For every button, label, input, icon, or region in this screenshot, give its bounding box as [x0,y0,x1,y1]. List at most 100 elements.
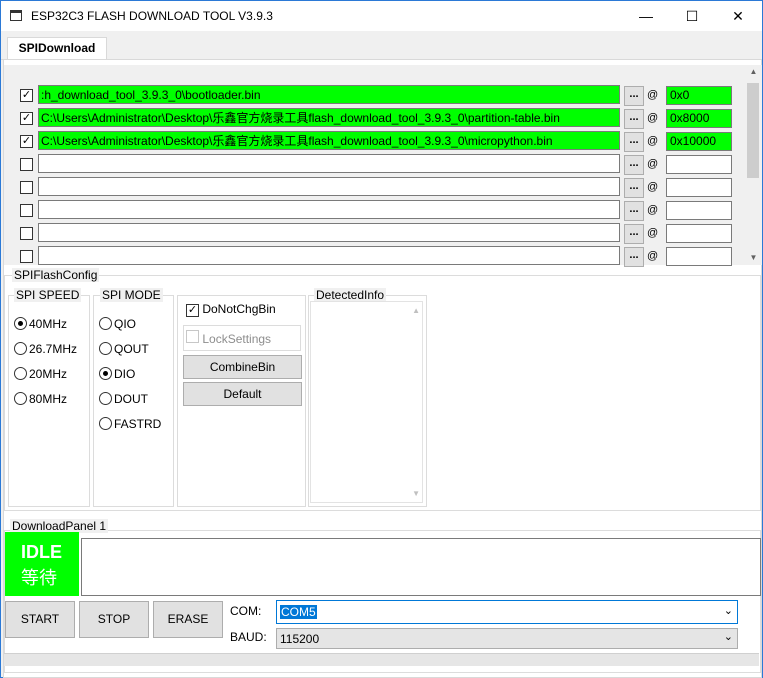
tab-spidownload[interactable]: SPIDownload [7,37,107,60]
file-path-input[interactable]: :h_download_tool_3.9.3_0\bootloader.bin [38,85,620,104]
scroll-up-icon[interactable]: ▲ [745,65,762,79]
file-enable-checkbox[interactable] [20,227,33,240]
do-not-chg-bin-checkbox[interactable]: ✓ DoNotChgBin [186,302,276,317]
spi-speed-option[interactable]: 80MHz [14,392,67,406]
close-button[interactable]: ✕ [715,1,761,31]
lock-settings-checkbox[interactable]: LockSettings [186,330,271,346]
scroll-down-icon[interactable]: ▼ [745,251,762,265]
spi-speed-option-label: 80MHz [29,392,68,406]
spi-mode-option[interactable]: DIO [99,367,135,381]
status-indicator: IDLE 等待 [5,532,79,596]
flash-address-input[interactable] [666,247,732,266]
flash-address-input[interactable]: 0x0 [666,86,732,105]
app-window: ESP32C3 FLASH DOWNLOAD TOOL V3.9.3 — ☐ ✕… [0,0,763,678]
file-enable-checkbox[interactable]: ✓ [20,135,33,148]
spi-speed-option-label: 40MHz [29,317,68,331]
tab-strip: SPIDownload [1,31,762,60]
maximize-button[interactable]: ☐ [669,1,715,31]
radio-unselected-icon [99,392,112,405]
close-icon: ✕ [732,7,744,24]
flash-address-input[interactable] [666,224,732,243]
browse-button[interactable]: ... [624,86,644,106]
spi-flash-config-title: SPIFlashConfig [12,268,100,282]
file-path-input[interactable]: C:\Users\Administrator\Desktop\乐鑫官方烧录工具f… [38,131,620,150]
spi-mode-option[interactable]: DOUT [99,392,148,406]
browse-button[interactable]: ... [624,178,644,198]
minimize-icon: — [639,8,653,24]
browse-button[interactable]: ... [624,224,644,244]
browse-button[interactable]: ... [624,201,644,221]
detected-info-scroll-up-icon[interactable]: ▲ [412,306,420,315]
detected-info-title: DetectedInfo [314,288,387,302]
com-select[interactable]: COM5 ⌄ [276,600,738,624]
spi-mode-option[interactable]: QOUT [99,342,149,356]
file-enable-checkbox[interactable] [20,250,33,263]
chevron-down-icon: ⌄ [723,631,733,643]
chevron-down-icon: ⌄ [723,605,733,617]
spi-speed-option[interactable]: 26.7MHz [14,342,77,356]
file-path-input[interactable] [38,177,620,196]
file-path-input[interactable] [38,223,620,242]
scrollbar-thumb[interactable] [747,83,759,178]
download-panel-title: DownloadPanel 1 [10,519,109,533]
spi-mode-option[interactable]: FASTRD [99,417,161,431]
combine-bin-button[interactable]: CombineBin [183,355,302,379]
checkbox-checked-icon: ✓ [186,304,199,317]
spi-speed-option[interactable]: 40MHz [14,317,67,331]
at-label: @ [647,181,659,193]
browse-button[interactable]: ... [624,247,644,267]
minimize-button[interactable]: — [623,1,669,31]
checkbox-unchecked-icon [186,330,199,343]
flash-address-input[interactable] [666,201,732,220]
file-enable-checkbox[interactable] [20,181,33,194]
download-log[interactable] [81,538,761,596]
status-text-en: IDLE [21,542,63,562]
file-row: ✓ :h_download_tool_3.9.3_0\bootloader.bin… [4,85,744,107]
flash-address-input[interactable]: 0x10000 [666,132,732,151]
file-row: ... @ [4,177,744,199]
file-enable-checkbox[interactable] [20,204,33,217]
spi-speed-option-label: 20MHz [29,367,68,381]
browse-button[interactable]: ... [624,155,644,175]
file-path-input[interactable] [38,246,620,265]
spi-mode-option[interactable]: QIO [99,317,136,331]
erase-button[interactable]: ERASE [153,601,223,638]
file-path-input[interactable] [38,200,620,219]
horizontal-scrollbar[interactable] [4,653,759,666]
detected-info-scroll-down-icon[interactable]: ▼ [412,489,420,498]
spi-speed-option[interactable]: 20MHz [14,367,67,381]
baud-value: 115200 [280,632,320,646]
file-list-scrollbar[interactable]: ▲ ▼ [745,65,762,265]
stop-button[interactable]: STOP [79,601,149,638]
window-title: ESP32C3 FLASH DOWNLOAD TOOL V3.9.3 [31,9,273,23]
spi-mode-option-label: QIO [114,317,137,331]
radio-unselected-icon [14,392,27,405]
radio-unselected-icon [99,342,112,355]
file-enable-checkbox[interactable]: ✓ [20,89,33,102]
radio-unselected-icon [99,317,112,330]
file-enable-checkbox[interactable] [20,158,33,171]
spi-mode-option-label: DIO [114,367,136,381]
title-bar[interactable]: ESP32C3 FLASH DOWNLOAD TOOL V3.9.3 — ☐ ✕ [1,1,762,31]
at-label: @ [647,89,659,101]
start-button[interactable]: START [5,601,75,638]
file-path-input[interactable]: C:\Users\Administrator\Desktop\乐鑫官方烧录工具f… [38,108,620,127]
file-row: ✓ C:\Users\Administrator\Desktop\乐鑫官方烧录工具… [4,131,744,153]
radio-selected-icon [14,317,27,330]
file-row: ✓ C:\Users\Administrator\Desktop\乐鑫官方烧录工具… [4,108,744,130]
browse-button[interactable]: ... [624,132,644,152]
detected-info-text[interactable]: ▲ ▼ [310,301,423,503]
baud-select[interactable]: 115200 ⌄ [276,628,738,649]
baud-label: BAUD: [230,630,267,644]
lock-settings-label: LockSettings [202,332,272,346]
at-label: @ [647,135,659,147]
com-label: COM: [230,604,262,618]
file-path-input[interactable] [38,154,620,173]
browse-button[interactable]: ... [624,109,644,129]
file-enable-checkbox[interactable]: ✓ [20,112,33,125]
flash-address-input[interactable]: 0x8000 [666,109,732,128]
flash-address-input[interactable] [666,155,732,174]
file-list: ✓ :h_download_tool_3.9.3_0\bootloader.bin… [4,65,762,267]
flash-address-input[interactable] [666,178,732,197]
default-button[interactable]: Default [183,382,302,406]
